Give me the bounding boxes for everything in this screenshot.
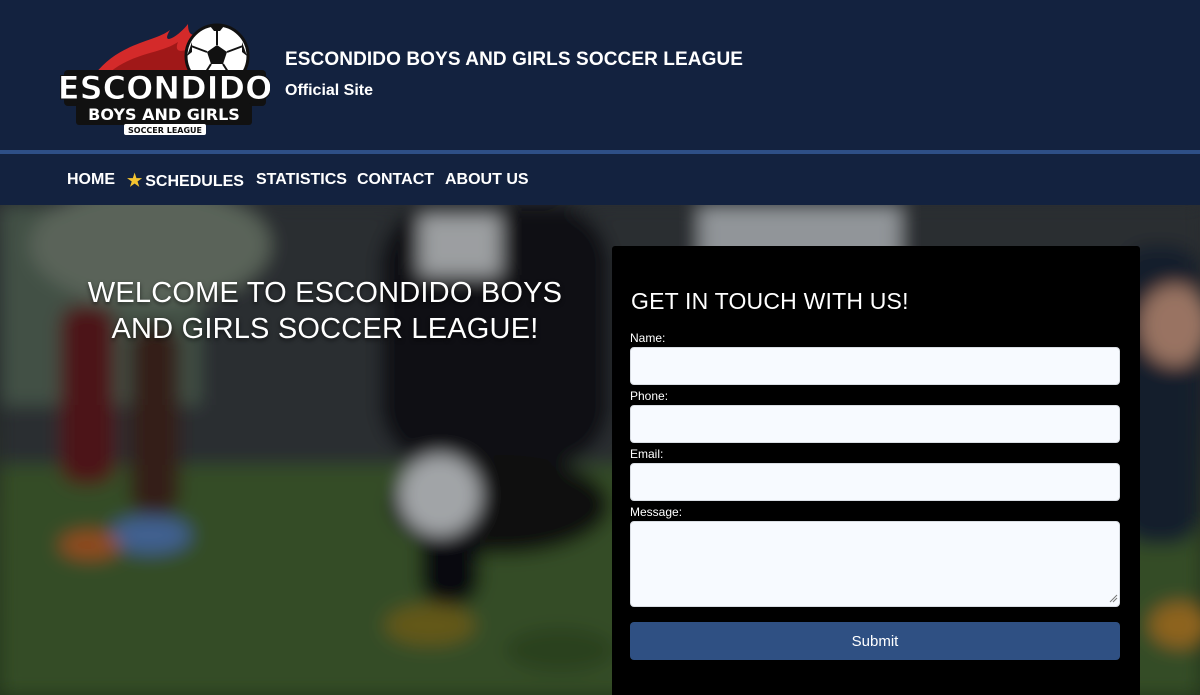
resize-grip-icon[interactable]	[1109, 594, 1118, 603]
main-nav: HOME ★ SCHEDULES STATISTICS CONTACT ABOUT…	[0, 154, 1200, 205]
site-subtitle: Official Site	[285, 82, 374, 99]
nav-statistics[interactable]: STATISTICS	[256, 171, 347, 189]
contact-form: GET IN TOUCH WITH US! Name: Phone: Email…	[612, 246, 1140, 695]
logo-text-sub: BOYS AND GIRLS	[88, 105, 240, 124]
nav-schedules[interactable]: ★ SCHEDULES	[127, 171, 244, 191]
logo-text-main: ESCONDIDO	[60, 69, 270, 107]
nav-schedules-label: SCHEDULES	[145, 173, 244, 190]
name-label: Name:	[630, 331, 666, 345]
message-textarea[interactable]	[630, 521, 1120, 607]
site-header: ESCONDIDO BOYS AND GIRLS SOCCER LEAGUE E…	[0, 0, 1200, 150]
phone-input[interactable]	[630, 405, 1120, 443]
nav-home[interactable]: HOME	[67, 171, 115, 189]
contact-title: GET IN TOUCH WITH US!	[631, 288, 909, 314]
email-input[interactable]	[630, 463, 1120, 501]
email-label: Email:	[630, 447, 664, 461]
phone-label: Phone:	[630, 389, 669, 403]
logo-text-small: SOCCER LEAGUE	[128, 126, 202, 135]
nav-about-us[interactable]: ABOUT US	[445, 171, 529, 189]
name-input[interactable]	[630, 347, 1120, 385]
league-logo[interactable]: ESCONDIDO BOYS AND GIRLS SOCCER LEAGUE	[57, 12, 273, 137]
nav-contact[interactable]: CONTACT	[357, 171, 434, 189]
star-icon: ★	[127, 171, 143, 190]
submit-button[interactable]: Submit	[630, 622, 1120, 660]
logo-graphic: ESCONDIDO BOYS AND GIRLS SOCCER LEAGUE	[57, 23, 273, 135]
site-title: ESCONDIDO BOYS AND GIRLS SOCCER LEAGUE	[285, 49, 744, 70]
hero-title: WELCOME TO ESCONDIDO BOYS AND GIRLS SOCC…	[87, 277, 563, 345]
message-label: Message:	[630, 505, 683, 519]
